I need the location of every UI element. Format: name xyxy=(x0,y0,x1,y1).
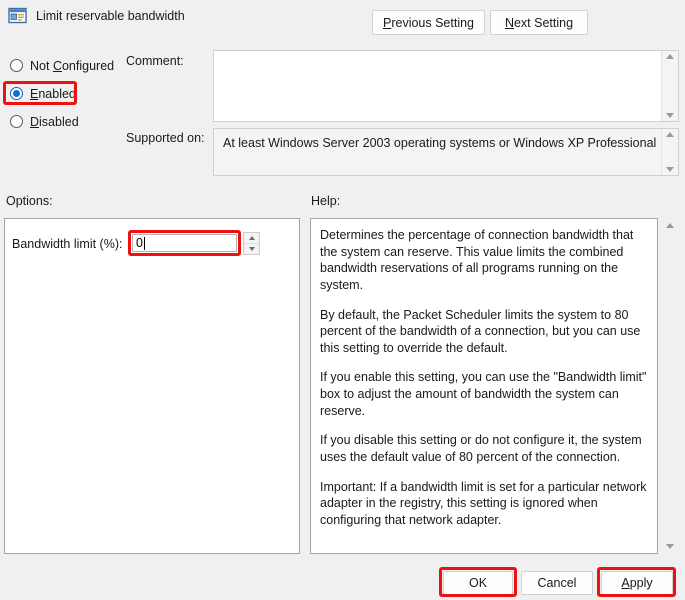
previous-setting-button[interactable]: Previous Setting xyxy=(372,10,485,35)
policy-setting-dialog: Limit reservable bandwidth Previous Sett… xyxy=(0,0,685,600)
help-paragraph: Determines the percentage of connection … xyxy=(320,228,634,292)
next-setting-label: Next Setting xyxy=(504,15,574,30)
apply-button[interactable]: Apply xyxy=(601,571,673,595)
policy-setting-icon xyxy=(8,7,27,25)
bandwidth-limit-stepper[interactable] xyxy=(243,232,260,255)
radio-mark-icon xyxy=(10,115,23,128)
help-text: Determines the percentage of connection … xyxy=(320,227,650,541)
scroll-up-icon[interactable] xyxy=(666,54,674,59)
options-section-label: Options: xyxy=(6,194,53,208)
radio-disabled-label: Disabled xyxy=(30,114,79,129)
bandwidth-limit-value: 0 xyxy=(136,236,143,250)
supported-on-textarea[interactable]: At least Windows Server 2003 operating s… xyxy=(213,128,679,176)
dialog-title-row: Limit reservable bandwidth xyxy=(8,7,185,25)
radio-disabled[interactable]: Disabled xyxy=(8,111,118,132)
stepper-down-button[interactable] xyxy=(244,243,259,254)
scroll-down-icon[interactable] xyxy=(666,167,674,172)
radio-mark-icon xyxy=(10,59,23,72)
bandwidth-limit-input[interactable]: 0 xyxy=(132,234,237,252)
help-section-label: Help: xyxy=(311,194,341,208)
help-paragraph: If you disable this setting or do not co… xyxy=(320,433,642,464)
comment-textarea[interactable] xyxy=(213,50,679,122)
spinner-up-icon xyxy=(248,236,255,240)
bandwidth-limit-label: Bandwidth limit (%): xyxy=(12,237,123,251)
text-caret xyxy=(143,236,145,250)
scroll-up-icon[interactable] xyxy=(666,223,674,228)
radio-enabled[interactable]: Enabled xyxy=(8,83,118,104)
radio-enabled-label: Enabled xyxy=(30,86,76,101)
ok-button-label: OK xyxy=(468,576,488,590)
help-scrollbar[interactable] xyxy=(659,218,681,554)
policy-state-radio-group: Not Configured Enabled Disabled xyxy=(8,55,118,139)
spinner-down-icon xyxy=(248,247,255,251)
page-title: Limit reservable bandwidth xyxy=(36,9,185,23)
options-panel xyxy=(4,218,300,554)
cancel-button-label: Cancel xyxy=(537,576,577,590)
radio-not-configured-label: Not Configured xyxy=(30,58,115,73)
scroll-down-icon[interactable] xyxy=(666,113,674,118)
next-setting-button[interactable]: Next Setting xyxy=(490,10,588,35)
comment-label: Comment: xyxy=(126,54,184,68)
radio-mark-selected-icon xyxy=(10,87,23,100)
help-paragraph: If you enable this setting, you can use … xyxy=(320,370,647,418)
supported-on-value: At least Windows Server 2003 operating s… xyxy=(223,136,657,150)
ok-button[interactable]: OK xyxy=(443,571,513,595)
cancel-button[interactable]: Cancel xyxy=(521,571,593,595)
supported-on-label: Supported on: xyxy=(126,131,205,145)
help-paragraph: Important: If a bandwidth limit is set f… xyxy=(320,479,647,527)
comment-scrollbar[interactable] xyxy=(661,51,678,121)
help-paragraph: By default, the Packet Scheduler limits … xyxy=(320,307,641,355)
apply-button-label: Apply xyxy=(621,576,653,590)
supported-on-scrollbar[interactable] xyxy=(661,129,678,175)
scroll-up-icon[interactable] xyxy=(666,132,674,137)
radio-not-configured[interactable]: Not Configured xyxy=(8,55,118,76)
previous-setting-label: Previous Setting xyxy=(382,15,475,30)
stepper-up-button[interactable] xyxy=(244,233,259,243)
scroll-down-icon[interactable] xyxy=(666,544,674,549)
